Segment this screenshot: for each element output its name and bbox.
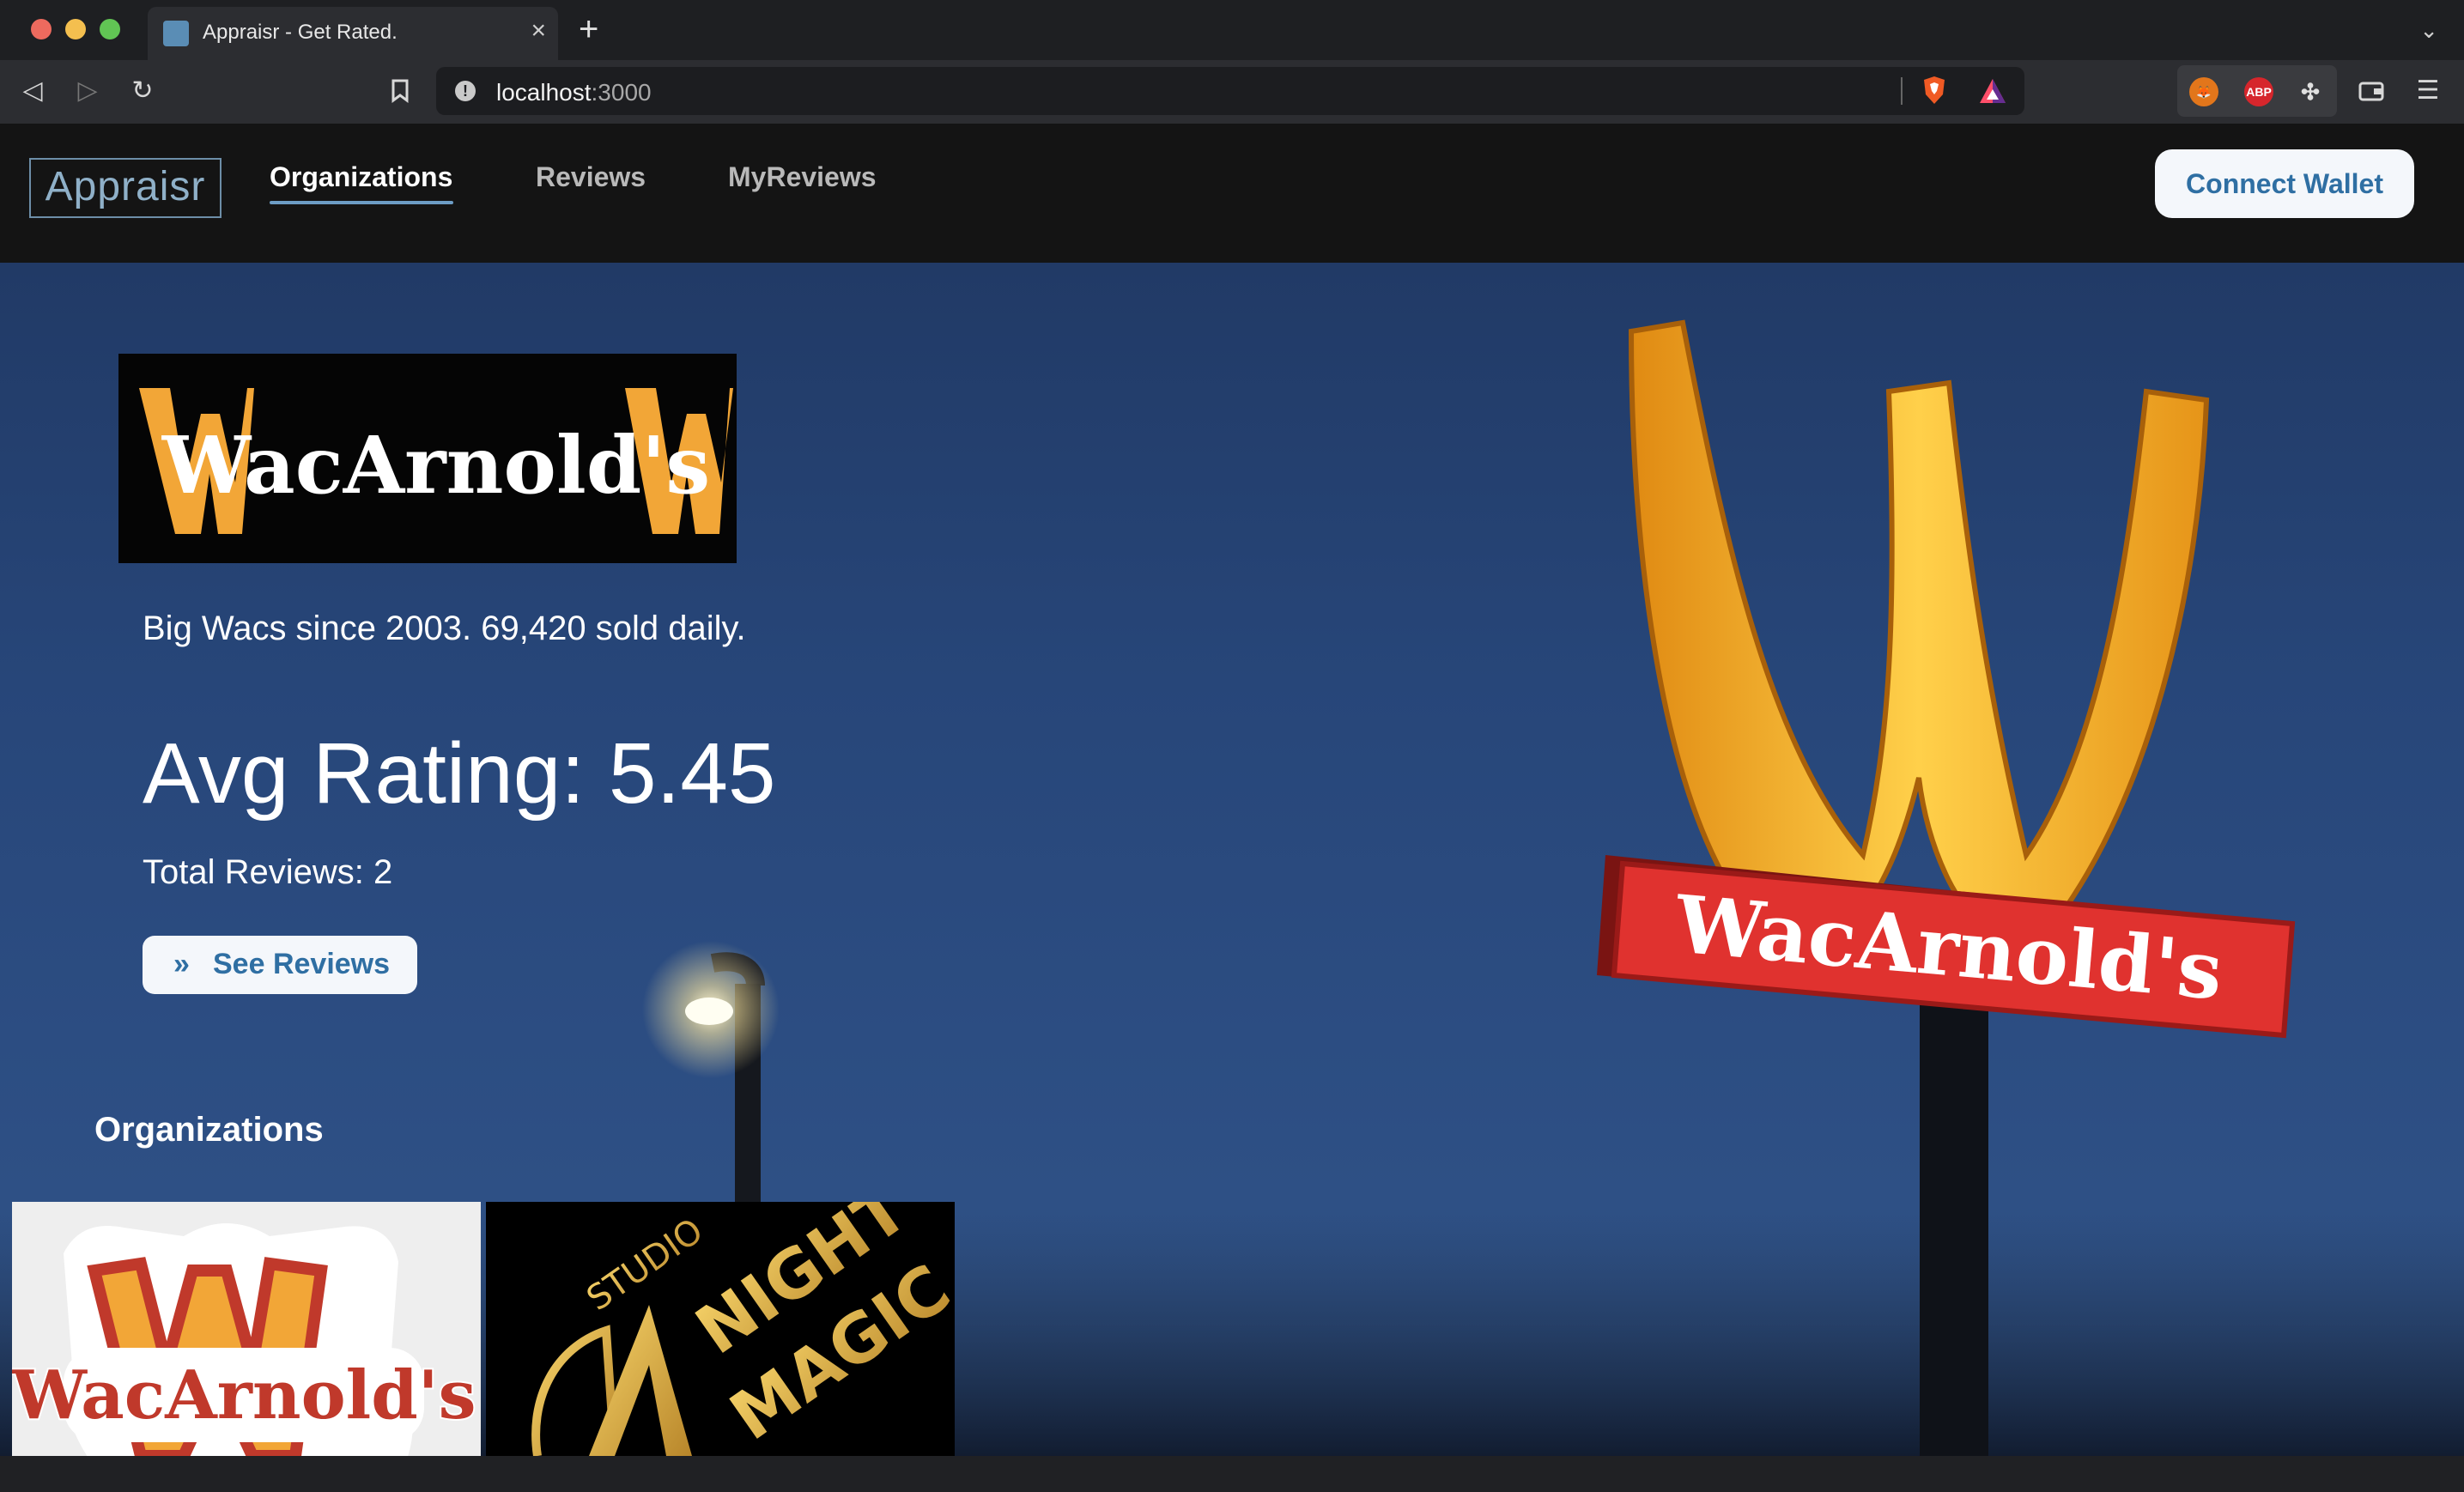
address-bar[interactable]: ! localhost:3000 — [436, 67, 2024, 115]
connect-wallet-button[interactable]: Connect Wallet — [2155, 149, 2414, 218]
window-zoom-button[interactable] — [100, 19, 120, 39]
menu-icon[interactable]: ☰ — [2412, 76, 2443, 106]
organization-description: Big Wacs since 2003. 69,420 sold daily. — [143, 610, 746, 647]
metamask-icon[interactable]: 🦊 — [2189, 77, 2218, 106]
organization-logo: WacArnold's — [118, 354, 737, 563]
reload-icon[interactable]: ↻ — [125, 74, 160, 108]
app-navbar: Appraisr Organizations Reviews MyReviews… — [0, 124, 2464, 263]
organizations-heading: Organizations — [94, 1111, 324, 1149]
nav-myreviews[interactable]: MyReviews — [728, 161, 877, 193]
window-close-button[interactable] — [31, 19, 52, 39]
browser-tab[interactable]: Appraisr - Get Rated. × — [148, 7, 558, 60]
tab-title: Appraisr - Get Rated. — [203, 21, 398, 44]
brave-rewards-icon[interactable] — [1978, 77, 2007, 105]
double-chevron-right-icon: » — [173, 948, 190, 980]
forward-icon[interactable]: ▷ — [70, 74, 105, 108]
bookmark-icon[interactable] — [383, 74, 417, 108]
app-logo[interactable]: Appraisr — [29, 158, 222, 218]
organization-card-wacarnolds[interactable]: WacArnold's — [12, 1202, 481, 1456]
puzzle-icon[interactable]: ✣ — [2296, 77, 2325, 106]
browser-tab-bar: Appraisr - Get Rated. × + ⌄ — [0, 0, 2464, 60]
window-minimize-button[interactable] — [65, 19, 86, 39]
close-tab-icon[interactable]: × — [531, 17, 546, 45]
see-reviews-label: See Reviews — [213, 948, 391, 980]
address-divider — [1901, 77, 1903, 105]
total-reviews: Total Reviews: 2 — [143, 853, 393, 891]
nav-organizations[interactable]: Organizations — [270, 161, 452, 193]
browser-toolbar: ◁ ▷ ↻ ! localhost:3000 🦊 ABP ✣ ☰ — [0, 60, 2464, 124]
organization-logo-text: WacArnold's — [161, 419, 710, 512]
nav-reviews[interactable]: Reviews — [536, 161, 646, 193]
page-bottom-bar — [0, 1456, 2464, 1492]
url-text[interactable]: localhost:3000 — [496, 79, 652, 106]
back-icon[interactable]: ◁ — [15, 74, 50, 108]
average-rating: Avg Rating: 5.45 — [143, 725, 776, 822]
site-info-icon[interactable]: ! — [455, 81, 476, 101]
wacarnolds-card-text: WacArnold's — [12, 1356, 476, 1434]
active-nav-indicator — [270, 201, 453, 204]
new-tab-icon[interactable]: + — [579, 12, 598, 46]
tab-list-chevron-icon[interactable]: ⌄ — [2419, 17, 2438, 44]
favicon-icon — [163, 21, 189, 46]
wallet-icon[interactable] — [2356, 76, 2387, 106]
organization-card-studio-54[interactable]: STUDIO NIGHT MAGIC — [486, 1202, 955, 1456]
brave-shields-icon[interactable] — [1921, 76, 1947, 105]
hero-section: WacArnold's WacArnold's Big Wacs since 2… — [0, 263, 2464, 1456]
adblock-icon[interactable]: ABP — [2244, 77, 2273, 106]
extensions-area: 🦊 ABP ✣ — [2177, 65, 2337, 117]
see-reviews-button[interactable]: » See Reviews — [143, 936, 417, 994]
